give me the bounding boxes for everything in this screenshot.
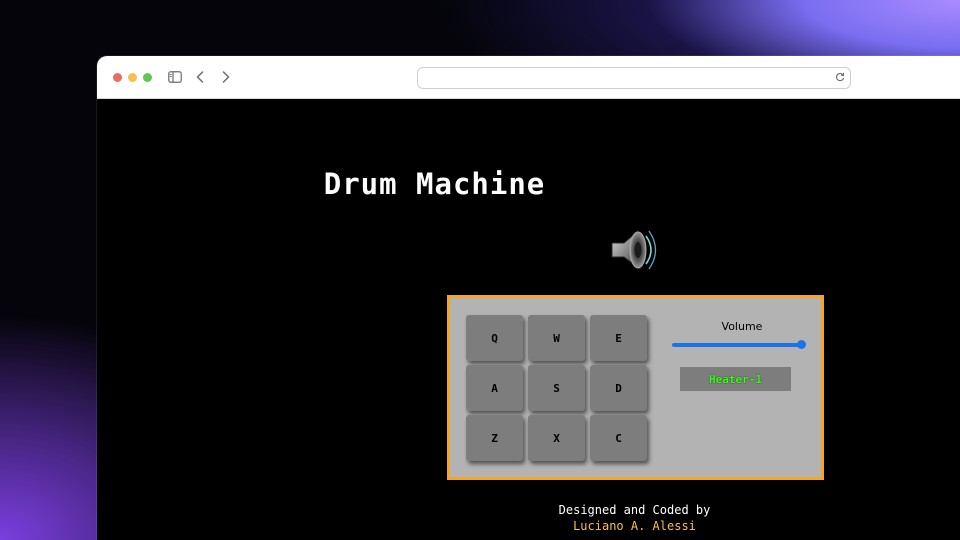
browser-titlebar bbox=[97, 56, 960, 99]
sidebar-icon[interactable] bbox=[167, 69, 183, 85]
author-link[interactable]: Luciano A. Alessi bbox=[497, 518, 772, 534]
minimize-window-button[interactable] bbox=[128, 73, 137, 82]
address-bar[interactable] bbox=[417, 67, 851, 89]
drum-pad-q[interactable]: Q bbox=[466, 315, 523, 361]
volume-label: Volume bbox=[721, 320, 763, 333]
drum-pad-c[interactable]: C bbox=[590, 415, 647, 461]
drum-pad-x[interactable]: X bbox=[528, 415, 585, 461]
page-content: Drum Machine Q W E A S D Z X C Volume He… bbox=[97, 99, 960, 540]
drum-pad-d[interactable]: D bbox=[590, 365, 647, 411]
footer-credit: Designed and Coded by bbox=[558, 503, 711, 517]
drum-pad-a[interactable]: A bbox=[466, 365, 523, 411]
drum-pad-s[interactable]: S bbox=[528, 365, 585, 411]
sound-display: Heater-1 bbox=[680, 367, 791, 391]
forward-icon[interactable] bbox=[219, 69, 233, 85]
volume-slider[interactable] bbox=[672, 340, 806, 349]
drum-pad-e[interactable]: E bbox=[590, 315, 647, 361]
zoom-window-button[interactable] bbox=[143, 73, 152, 82]
drum-pad-grid: Q W E A S D Z X C bbox=[466, 315, 648, 461]
controls-panel: Volume Heater-1 bbox=[668, 320, 808, 391]
reload-icon[interactable] bbox=[834, 71, 846, 83]
volume-slider-fill bbox=[672, 343, 802, 347]
drum-pad-w[interactable]: W bbox=[528, 315, 585, 361]
page-title: Drum Machine bbox=[323, 167, 546, 201]
drum-machine-panel: Q W E A S D Z X C Volume Heater-1 bbox=[447, 295, 824, 480]
browser-window: Drum Machine Q W E A S D Z X C Volume He… bbox=[97, 56, 960, 540]
footer: Designed and Coded by Luciano A. Alessi bbox=[497, 502, 772, 534]
drum-pad-z[interactable]: Z bbox=[466, 415, 523, 461]
back-icon[interactable] bbox=[193, 69, 207, 85]
speaker-icon[interactable] bbox=[610, 227, 658, 273]
volume-slider-thumb[interactable] bbox=[797, 340, 806, 349]
close-window-button[interactable] bbox=[113, 73, 122, 82]
